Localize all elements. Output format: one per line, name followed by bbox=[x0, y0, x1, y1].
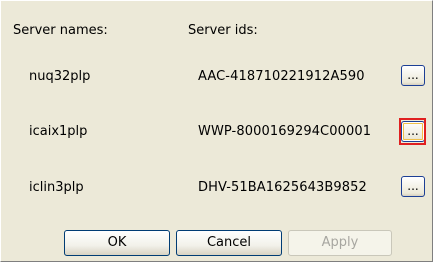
ok-button[interactable]: OK bbox=[64, 230, 170, 256]
browse-button-row-3[interactable]: ... bbox=[401, 176, 425, 197]
server-id-row-3: DHV-51BA1625643B9852 bbox=[198, 180, 367, 195]
cancel-button[interactable]: Cancel bbox=[176, 230, 282, 256]
browse-button-row-1[interactable]: ... bbox=[401, 65, 425, 86]
server-name-row-2: icaix1plp bbox=[29, 124, 88, 139]
highlight-box bbox=[399, 118, 426, 145]
server-names-header: Server names: bbox=[13, 23, 108, 38]
server-ids-header: Server ids: bbox=[188, 23, 258, 38]
server-dialog-panel: Server names: Server ids: nuq32plp AAC-4… bbox=[0, 0, 433, 262]
server-id-row-2: WWP-8000169294C00001 bbox=[198, 124, 372, 139]
server-name-row-1: nuq32plp bbox=[29, 69, 91, 84]
apply-button[interactable]: Apply bbox=[288, 230, 392, 256]
server-name-row-3: iclin3plp bbox=[29, 180, 84, 195]
server-id-row-1: AAC-418710221912A590 bbox=[198, 69, 365, 84]
